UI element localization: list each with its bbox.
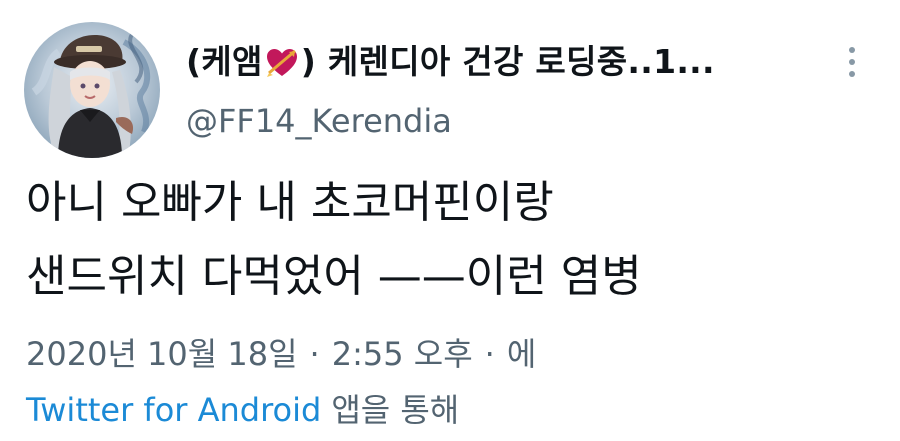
heart-with-arrow-icon	[265, 44, 299, 92]
separator-dot: ·	[484, 335, 495, 373]
avatar[interactable]	[24, 22, 160, 158]
more-options-button[interactable]	[836, 42, 868, 82]
avatar-image	[24, 22, 160, 158]
tweet-source: Twitter for Android 앱을 통해	[26, 386, 459, 434]
user-handle[interactable]: @FF14_Kerendia	[186, 98, 452, 144]
tweet-text-line: 샌드위치 다먹었어 ——이런 염병	[26, 251, 642, 302]
display-name[interactable]: (케앰 ) 케렌디아 건강 로딩중..1...	[186, 38, 826, 92]
tweet-card: (케앰 ) 케렌디아 건강 로딩중..1... @FF14_Kerendia 아…	[0, 0, 900, 441]
more-vertical-icon-dot	[849, 59, 855, 65]
source-suffix: 앱을 통해	[331, 391, 460, 429]
source-app-link[interactable]: Twitter for Android	[26, 391, 321, 429]
more-vertical-icon-dot	[849, 71, 855, 77]
tweet-text: 아니 오빠가 내 초코머핀이랑 샌드위치 다먹었어 ——이런 염병	[26, 166, 876, 314]
separator-dot: ·	[309, 335, 320, 373]
tweet-timestamp[interactable]: 2020년 10월 18일 · 2:55 오후 · 에	[26, 330, 536, 378]
display-name-suffix: ) 케렌디아 건강 로딩중..1...	[300, 42, 715, 81]
tweet-date: 2020년 10월 18일	[26, 335, 298, 373]
more-vertical-icon	[849, 47, 855, 53]
tweet-text-line: 아니 오빠가 내 초코머핀이랑	[26, 177, 554, 228]
display-name-prefix: (케앰	[186, 42, 263, 81]
tweet-trailing-text: 에	[506, 335, 537, 373]
tweet-time: 2:55 오후	[331, 335, 473, 373]
